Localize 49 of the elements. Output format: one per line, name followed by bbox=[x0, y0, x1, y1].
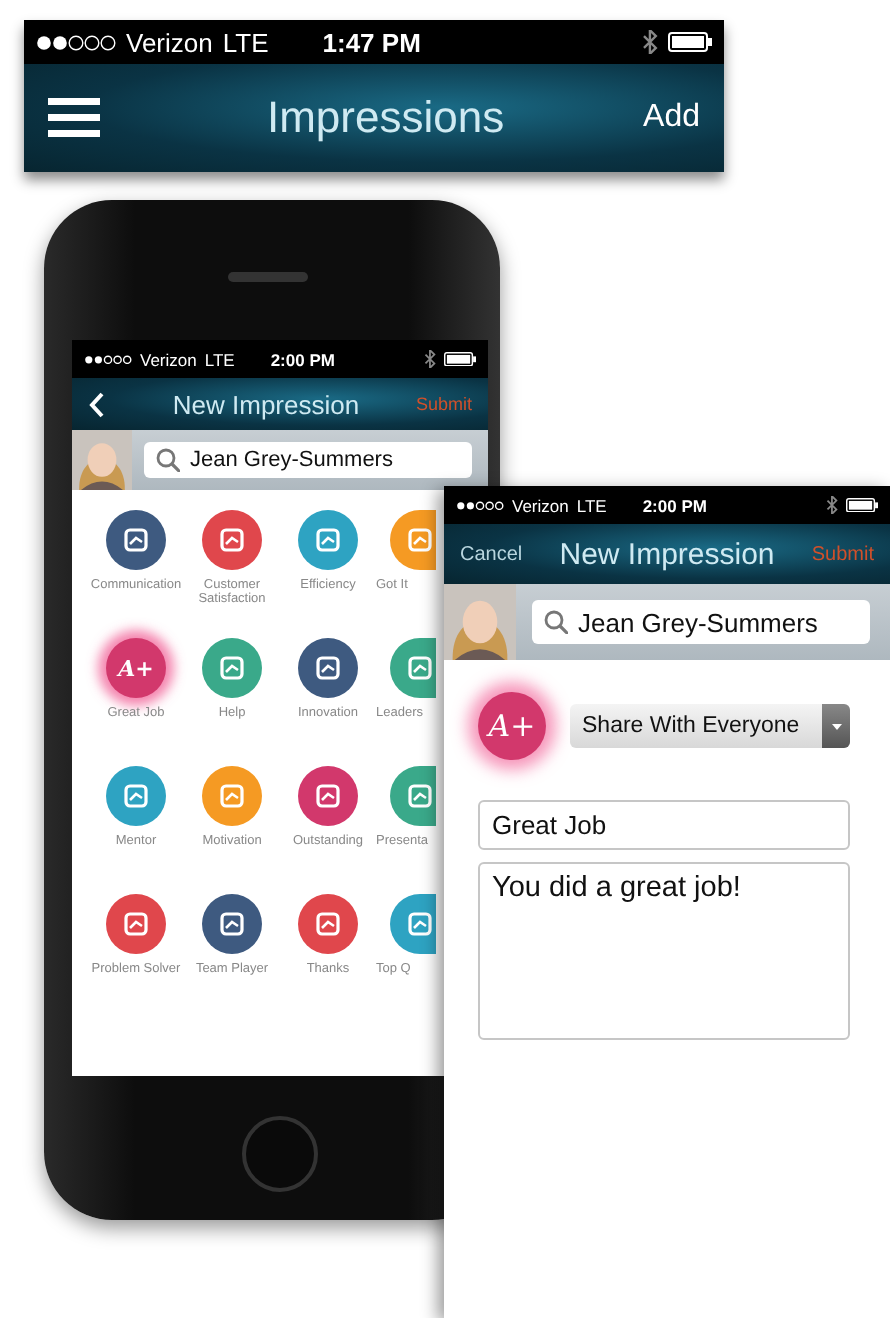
category-icon[interactable] bbox=[298, 766, 358, 826]
category-icon[interactable] bbox=[202, 510, 262, 570]
category-icon[interactable] bbox=[106, 510, 166, 570]
clock-time: 1:47 PM bbox=[322, 27, 421, 57]
signal-icon bbox=[36, 33, 116, 51]
carrier-name: Verizon bbox=[140, 349, 197, 369]
clock-time: 2:00 PM bbox=[270, 349, 335, 369]
category-icon[interactable] bbox=[298, 894, 358, 954]
category-icon[interactable] bbox=[298, 638, 358, 698]
network-type: LTE bbox=[204, 349, 235, 369]
clock-time: 2:00 PM bbox=[642, 495, 707, 515]
network-type: LTE bbox=[576, 495, 607, 515]
action-link[interactable]: Add bbox=[643, 100, 700, 136]
search-icon bbox=[156, 448, 180, 472]
carrier-name: Verizon bbox=[512, 495, 569, 515]
caret-icon bbox=[822, 704, 850, 748]
category-icon[interactable] bbox=[298, 510, 358, 570]
signal-icon bbox=[456, 499, 504, 511]
screen-title: Impressions bbox=[264, 92, 507, 144]
screen-title: New Impression bbox=[557, 537, 777, 571]
battery-icon bbox=[668, 32, 712, 52]
cancel-link[interactable]: Cancel bbox=[460, 543, 523, 565]
back-icon[interactable] bbox=[88, 391, 106, 417]
category-icon[interactable] bbox=[202, 894, 262, 954]
search-field[interactable]: Jean Grey-Summers bbox=[144, 442, 472, 478]
battery-icon bbox=[444, 351, 476, 367]
grade-badge[interactable]: A+ bbox=[106, 638, 166, 698]
search-icon bbox=[544, 610, 568, 634]
search-field[interactable]: Jean Grey-Summers bbox=[532, 600, 870, 644]
menu-icon[interactable] bbox=[48, 98, 100, 138]
bluetooth-icon bbox=[642, 30, 658, 54]
share-dropdown[interactable]: Share With Everyone bbox=[570, 704, 850, 748]
category-icon[interactable] bbox=[390, 894, 436, 954]
category-icon[interactable] bbox=[106, 766, 166, 826]
battery-icon bbox=[846, 497, 878, 513]
bluetooth-icon bbox=[826, 496, 838, 514]
screen-title: New Impression bbox=[170, 389, 362, 419]
network-type: LTE bbox=[222, 27, 269, 57]
category-icon[interactable] bbox=[390, 766, 436, 826]
signal-icon bbox=[84, 353, 132, 365]
subject-field[interactable]: Great Job bbox=[478, 800, 850, 850]
category-icon[interactable] bbox=[106, 894, 166, 954]
category-icon[interactable] bbox=[390, 510, 436, 570]
grade-badge: A+ bbox=[478, 692, 546, 760]
carrier-name: Verizon bbox=[126, 27, 213, 57]
message-field[interactable]: You did a great job! bbox=[478, 862, 850, 1040]
bluetooth-icon bbox=[424, 350, 436, 368]
category-icon[interactable] bbox=[390, 638, 436, 698]
category-icon[interactable] bbox=[202, 638, 262, 698]
